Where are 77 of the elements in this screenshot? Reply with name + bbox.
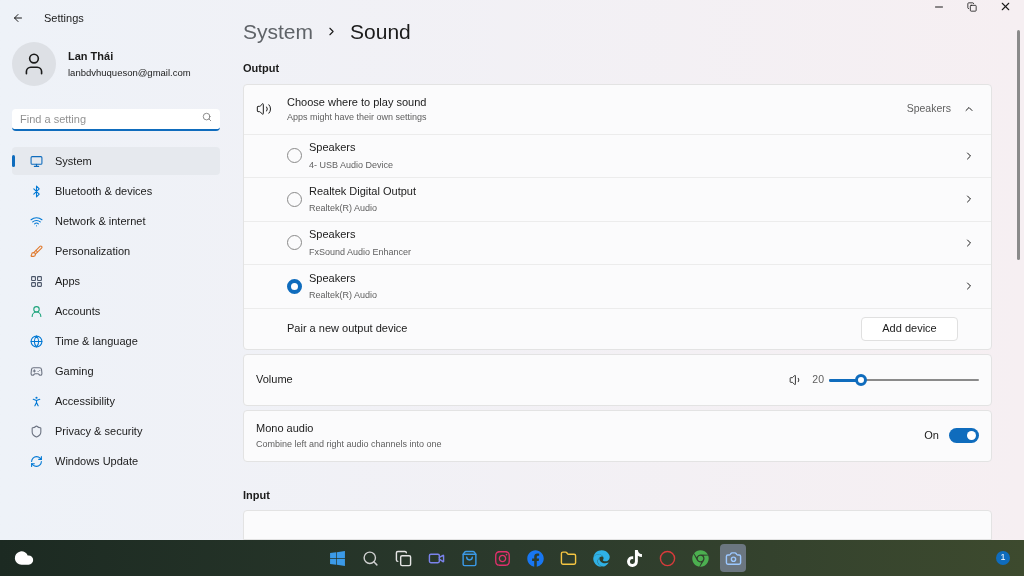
sidebar-item[interactable]: System xyxy=(12,147,220,175)
device-row[interactable]: Speakers Realtek(R) Audio xyxy=(244,265,991,309)
device-detail: 4- USB Audio Device xyxy=(309,158,395,172)
search-field[interactable]: Find a setting xyxy=(12,109,220,131)
toggle-switch[interactable] xyxy=(949,428,979,443)
window-title: Settings xyxy=(44,10,84,26)
accessibility-icon xyxy=(30,394,43,408)
sidebar-item[interactable]: Accessibility xyxy=(12,387,220,415)
chooser-title: Choose where to play sound xyxy=(287,95,428,110)
bluetooth-icon xyxy=(30,184,43,198)
search-icon xyxy=(361,549,379,567)
device-detail: Realtek(R) Audio xyxy=(309,202,379,216)
folder-icon xyxy=(559,549,577,567)
volume-label: Volume xyxy=(256,372,294,388)
search-icon xyxy=(202,112,212,122)
sidebar-item[interactable]: Time & language xyxy=(12,327,220,355)
tiktok-icon xyxy=(625,549,643,567)
scrollbar[interactable] xyxy=(1017,30,1020,260)
task-view-icon xyxy=(394,549,412,567)
device-detail: Realtek(R) Audio xyxy=(309,289,379,303)
device-row[interactable]: Speakers 4- USB Audio Device xyxy=(244,134,991,178)
slider-thumb[interactable] xyxy=(855,373,867,386)
facebook-icon xyxy=(526,549,544,567)
instagram-icon xyxy=(493,549,511,567)
sidebar-item[interactable]: Bluetooth & devices xyxy=(12,177,220,205)
sidebar-item[interactable]: Windows Update xyxy=(12,447,220,475)
avatar[interactable] xyxy=(12,42,56,86)
pair-label: Pair a new output device xyxy=(287,321,409,337)
breadcrumb-parent[interactable]: System xyxy=(243,15,313,47)
sidebar-item[interactable]: Personalization xyxy=(12,237,220,265)
device-name: Speakers xyxy=(309,227,357,243)
speaker-icon xyxy=(256,101,272,117)
sidebar-item[interactable]: Apps xyxy=(12,267,220,295)
apps-grid-icon xyxy=(30,274,43,288)
shield-icon xyxy=(30,424,43,438)
device-name: Realtek Digital Output xyxy=(309,183,417,199)
user-email: lanbdvhuqueson@gmail.com xyxy=(68,66,191,81)
user-name: Lan Thái xyxy=(68,48,115,64)
device-name: Speakers xyxy=(309,270,357,286)
volume-reading: 20 xyxy=(812,371,824,387)
camera-icon xyxy=(724,549,742,567)
start-icon xyxy=(328,549,346,567)
sidebar-item[interactable]: Accounts xyxy=(12,297,220,325)
brush-icon xyxy=(30,244,43,258)
page-title: Sound xyxy=(350,18,411,45)
store-icon xyxy=(460,549,478,567)
toggle-state: On xyxy=(924,428,939,444)
sidebar-item[interactable]: Privacy & security xyxy=(12,417,220,445)
update-icon xyxy=(30,454,43,468)
gamepad-icon xyxy=(30,364,43,378)
device-row[interactable]: Speakers FxSound Audio Enhancer xyxy=(244,221,991,265)
device-row[interactable]: Realtek Digital Output Realtek(R) Audio xyxy=(244,178,991,222)
chooser-subtitle: Apps might have their own settings xyxy=(287,110,428,124)
volume-slider[interactable] xyxy=(829,373,979,386)
mono-subtitle: Combine left and right audio channels into one xyxy=(256,438,443,451)
sidebar-item[interactable]: Gaming xyxy=(12,357,220,385)
mono-title: Mono audio xyxy=(256,420,315,436)
chrome-icon xyxy=(691,549,709,567)
radio-button[interactable] xyxy=(287,278,302,294)
sidebar-item[interactable]: Network & internet xyxy=(12,207,220,235)
chooser-value: Speakers xyxy=(906,101,951,117)
device-name: Speakers xyxy=(309,140,357,156)
person-icon xyxy=(30,304,43,318)
add-device-button[interactable]: Add device xyxy=(861,316,958,341)
selection-indicator xyxy=(12,155,15,167)
section-heading: Input xyxy=(243,487,271,503)
ring-app-icon xyxy=(658,549,676,567)
wifi-icon xyxy=(30,214,43,228)
monitor-icon xyxy=(30,154,43,168)
section-heading: Output xyxy=(243,61,281,76)
chooser-row[interactable]: Choose where to play sound Apps might have their own settings Speakers xyxy=(244,84,991,135)
weather-icon[interactable] xyxy=(14,548,34,568)
restore-icon[interactable] xyxy=(967,1,977,12)
device-detail: FxSound Audio Enhancer xyxy=(309,245,413,259)
notification-badge[interactable]: 1 xyxy=(996,551,1010,565)
back-icon[interactable] xyxy=(12,12,24,24)
edge-icon xyxy=(592,549,610,567)
